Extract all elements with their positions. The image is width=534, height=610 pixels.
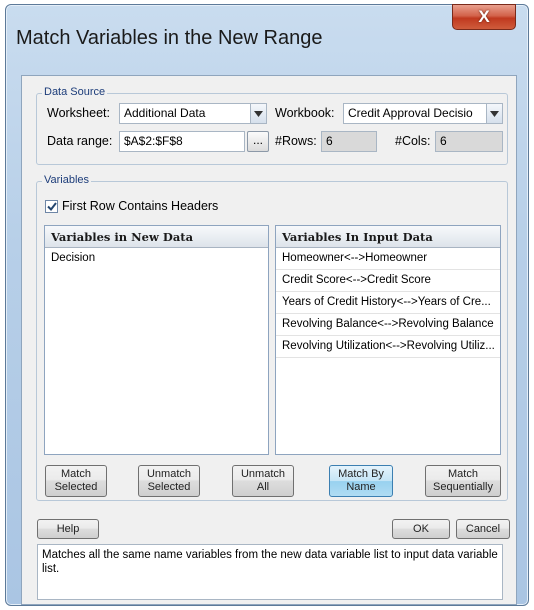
description-box: Matches all the same name variables from…: [37, 544, 503, 600]
cols-field: 6: [435, 131, 503, 152]
cols-value: 6: [440, 134, 447, 148]
data-range-label: Data range:: [47, 134, 113, 148]
match-selected-button[interactable]: Match Selected: [45, 465, 107, 497]
unmatch-all-button[interactable]: Unmatch All: [232, 465, 294, 497]
data-range-input[interactable]: $A$2:$F$8: [119, 131, 245, 152]
help-label: Help: [56, 522, 80, 535]
list-item[interactable]: Decision: [45, 248, 268, 270]
worksheet-select[interactable]: Additional Data: [119, 103, 267, 124]
rows-field: 6: [321, 131, 377, 152]
chevron-down-icon[interactable]: [486, 104, 502, 123]
close-button[interactable]: X: [452, 4, 516, 30]
ok-label: OK: [413, 522, 429, 535]
new-data-variables-list[interactable]: Variables in New Data Decision: [44, 225, 269, 455]
cols-label: #Cols:: [395, 134, 431, 148]
worksheet-label: Worksheet:: [47, 106, 110, 120]
cancel-button[interactable]: Cancel: [456, 519, 510, 539]
help-button[interactable]: Help: [37, 519, 99, 539]
chevron-down-icon[interactable]: [250, 104, 266, 123]
unmatch-selected-label: Unmatch Selected: [146, 468, 192, 493]
list-item[interactable]: Credit Score<-->Credit Score: [276, 270, 500, 292]
dialog-window: Match Variables in the New Range X Data …: [5, 4, 529, 606]
unmatch-all-label: Unmatch All: [240, 468, 286, 493]
rows-value: 6: [326, 134, 333, 148]
data-source-label: Data Source: [42, 86, 108, 98]
rows-label: #Rows:: [275, 134, 317, 148]
variables-group: Variables First Row Contains Headers Var…: [36, 174, 508, 501]
ok-button[interactable]: OK: [392, 519, 450, 539]
list-item[interactable]: Revolving Utilization<-->Revolving Utili…: [276, 336, 500, 358]
data-source-group: Data Source Worksheet: Additional Data W…: [36, 86, 508, 165]
unmatch-selected-button[interactable]: Unmatch Selected: [138, 465, 200, 497]
match-selected-label: Match Selected: [54, 468, 98, 493]
match-by-name-button[interactable]: Match By Name: [329, 465, 393, 497]
worksheet-value: Additional Data: [124, 106, 206, 120]
data-range-value: $A$2:$F$8: [124, 134, 183, 148]
checkmark-icon: [46, 202, 57, 211]
workbook-value: Credit Approval Decisio: [348, 106, 473, 120]
close-icon: X: [478, 7, 490, 26]
match-sequentially-label: Match Sequentially: [433, 468, 493, 493]
list-item[interactable]: Years of Credit History<-->Years of Cre.…: [276, 292, 500, 314]
list-item[interactable]: Revolving Balance<-->Revolving Balance: [276, 314, 500, 336]
list-item[interactable]: Homeowner<-->Homeowner: [276, 248, 500, 270]
workbook-select[interactable]: Credit Approval Decisio: [343, 103, 503, 124]
input-data-list-header: Variables In Input Data: [276, 226, 500, 248]
first-row-headers-label[interactable]: First Row Contains Headers: [62, 199, 218, 213]
match-by-name-label: Match By Name: [338, 468, 384, 493]
input-data-variables-list[interactable]: Variables In Input Data Homeowner<-->Hom…: [275, 225, 501, 455]
workbook-label: Workbook:: [275, 106, 335, 120]
first-row-headers-checkbox[interactable]: [45, 200, 58, 213]
dialog-body: Data Source Worksheet: Additional Data W…: [21, 75, 517, 605]
variables-label: Variables: [42, 174, 92, 186]
new-data-list-header: Variables in New Data: [45, 226, 268, 248]
data-range-browse-button[interactable]: ...: [247, 131, 269, 152]
match-sequentially-button[interactable]: Match Sequentially: [425, 465, 501, 497]
cancel-label: Cancel: [465, 522, 501, 535]
dialog-title: Match Variables in the New Range: [16, 27, 323, 49]
